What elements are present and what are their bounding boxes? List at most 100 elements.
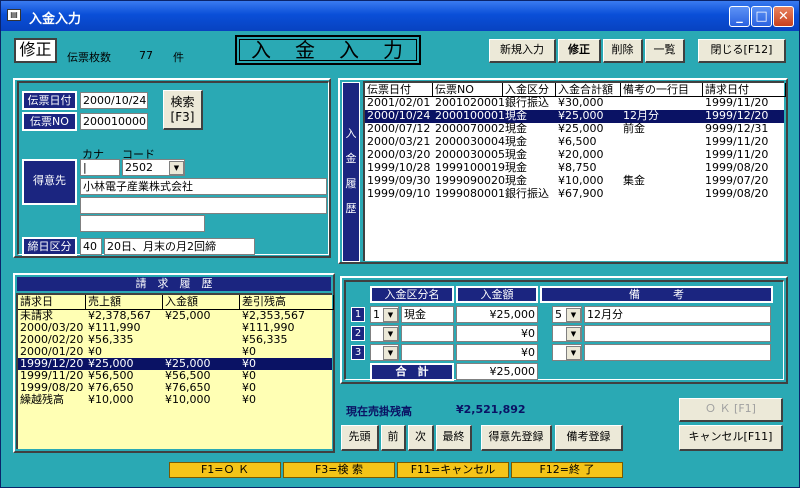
prev-record-button[interactable]: 前 [381, 425, 406, 451]
table-cell: 2000/10/24 [367, 109, 431, 122]
note-register-button[interactable]: 備考登録 [555, 425, 623, 451]
table-cell: 1999/09/30 [367, 174, 431, 187]
billing-history-table[interactable]: 請求日 売上額 入金額 差引残高 未請求 ¥2,378,567 ¥25,000 ¥2,353… [16, 293, 334, 449]
ok-button[interactable]: Ｏ Ｋ [F1] [679, 398, 783, 422]
table-row[interactable]: 繰越残高 ¥10,000 ¥10,000 ¥0 [18, 394, 332, 406]
table-cell: 現金 [505, 122, 527, 135]
table-cell: 1999/08/20 [705, 187, 769, 200]
table-cell: 1999/11/20 [705, 135, 769, 148]
form-title: 入 金 入 力 [235, 35, 421, 65]
table-cell: 1999100019 [435, 161, 505, 174]
slip-date-field[interactable]: 2000/10/24 [80, 92, 148, 109]
billing-history-title: 請 求 履 歴 [17, 277, 331, 291]
status-key-hint: F1=Ｏ Ｋ [169, 462, 281, 478]
payment-history-side-char: 入 [345, 127, 357, 140]
customer-name-field[interactable]: 小林電子産業株式会社 [80, 178, 327, 195]
entry-amount-field[interactable]: ¥0 [456, 344, 538, 361]
payment-history-col-header: 伝票NO [433, 83, 503, 97]
list-button[interactable]: 一覧 [645, 39, 685, 63]
search-button[interactable]: 検索 [F3] [163, 90, 203, 130]
table-cell: ¥25,000 [558, 122, 604, 135]
entry-total-field: ¥25,000 [456, 363, 538, 380]
slip-count-unit: 件 [173, 51, 184, 64]
next-record-button[interactable]: 次 [408, 425, 434, 451]
form-title-text: 入 金 入 力 [251, 38, 405, 62]
entry-note-field[interactable] [584, 325, 771, 342]
closing-label: 締日区分 [22, 237, 77, 256]
entry-type-chevron-down-icon[interactable]: ▼ [383, 308, 398, 322]
table-cell: 1999/10/28 [367, 161, 431, 174]
slip-date-label: 伝票日付 [22, 91, 77, 110]
entry-type-name-field[interactable] [401, 325, 454, 342]
cancel-button[interactable]: キャンセル[F11] [679, 425, 783, 451]
customer-register-button[interactable]: 得意先登録 [481, 425, 552, 451]
entry-type-chevron-down-icon[interactable]: ▼ [383, 346, 398, 360]
table-cell: 2000030005 [435, 148, 505, 161]
search-button-line1: 検索 [170, 95, 195, 109]
payment-history-table[interactable]: 伝票日付 伝票NO 入金区分 入金合計額 備考の一行目 請求日付 2001/02/01 20… [363, 81, 786, 261]
entry-note-field[interactable] [584, 344, 771, 361]
table-cell: 1999090020 [435, 174, 505, 187]
customer-address2-field[interactable] [80, 215, 205, 232]
window-title: 入金入力 [29, 12, 82, 27]
billing-history-col-header: 入金額 [163, 295, 240, 310]
entry-note-chevron-down-icon[interactable]: ▼ [566, 327, 581, 341]
table-cell: 1999/09/10 [367, 187, 431, 200]
new-entry-button[interactable]: 新規入力 [489, 39, 556, 63]
entry-type-name-header: 入金区分名 [370, 286, 454, 303]
table-cell: 現金 [505, 109, 527, 122]
entry-note-header: 備 考 [540, 286, 773, 303]
kana-field[interactable]: | [80, 159, 120, 176]
table-cell: 2000/03/20 [367, 148, 431, 161]
table-cell: 集金 [623, 174, 645, 187]
status-key-hint: F3=検 索 [283, 462, 395, 478]
payment-history-side-text: 入金履歴 [343, 83, 359, 221]
entry-amount-field[interactable]: ¥0 [456, 325, 538, 342]
entry-type-name-field[interactable] [401, 344, 454, 361]
status-key-hint: F12=終 了 [511, 462, 623, 478]
last-record-button[interactable]: 最終 [436, 425, 472, 451]
table-row[interactable]: 1999/09/10 1999080001 銀行振込 ¥67,900 1999/08/2… [365, 188, 784, 201]
table-cell: 2000/03/21 [367, 135, 431, 148]
entry-note-chevron-down-icon[interactable]: ▼ [566, 308, 581, 322]
customer-address1-field[interactable] [80, 197, 327, 214]
balance-label: 現在売掛残高 [346, 405, 412, 418]
close-window-button[interactable]: ✕ [773, 6, 794, 27]
entry-type-chevron-down-icon[interactable]: ▼ [383, 327, 398, 341]
slip-no-field[interactable]: 2000100001 [80, 113, 148, 130]
delete-button[interactable]: 削除 [603, 39, 643, 63]
title-bar[interactable]: ▤ 入金入力 _ □ ✕ [1, 1, 799, 31]
first-record-button[interactable]: 先頭 [341, 425, 379, 451]
table-cell: ¥10,000 [88, 393, 134, 406]
entry-amount-field[interactable]: ¥25,000 [456, 306, 538, 323]
maximize-button[interactable]: □ [751, 6, 772, 27]
entry-note-field[interactable]: 12月分 [584, 306, 771, 323]
table-cell: 現金 [505, 174, 527, 187]
payment-history-side-label: 入金履歴 [342, 82, 360, 262]
entry-row-number: 1 [351, 307, 365, 322]
table-cell: ¥25,000 [165, 309, 211, 322]
table-cell: ¥25,000 [558, 109, 604, 122]
entry-type-name-field[interactable]: 現金 [401, 306, 454, 323]
close-button[interactable]: 閉じる[F12] [698, 39, 786, 63]
slip-no-label: 伝票NO [22, 112, 77, 131]
form-icon[interactable]: ▤ [7, 9, 21, 21]
edit-button[interactable]: 修正 [558, 39, 601, 63]
table-cell: ¥10,000 [165, 393, 211, 406]
mode-label: 修正 [14, 38, 57, 63]
entry-note-chevron-down-icon[interactable]: ▼ [566, 346, 581, 360]
table-cell: 1999/08/20 [705, 161, 769, 174]
closing-code-field[interactable]: 40 [80, 238, 102, 255]
table-cell: 1999/11/20 [705, 148, 769, 161]
code-combo-chevron-down-icon[interactable]: ▼ [169, 161, 184, 175]
table-cell: 1999/12/20 [705, 109, 769, 122]
entry-row-number: 3 [351, 345, 365, 360]
table-cell: ¥20,000 [558, 148, 604, 161]
main-window: ▤ 入金入力 _ □ ✕ 修正 伝票枚数 77 件 入 金 入 力 新規入力 修… [0, 0, 800, 488]
closing-text-field[interactable]: 20日、月末の月2回締 [104, 238, 255, 255]
table-cell: 現金 [505, 161, 527, 174]
billing-history-col-header: 売上額 [86, 295, 163, 310]
minimize-button[interactable]: _ [729, 6, 750, 27]
billing-history-col-header: 差引残高 [240, 295, 334, 310]
table-cell: ¥67,900 [558, 187, 604, 200]
